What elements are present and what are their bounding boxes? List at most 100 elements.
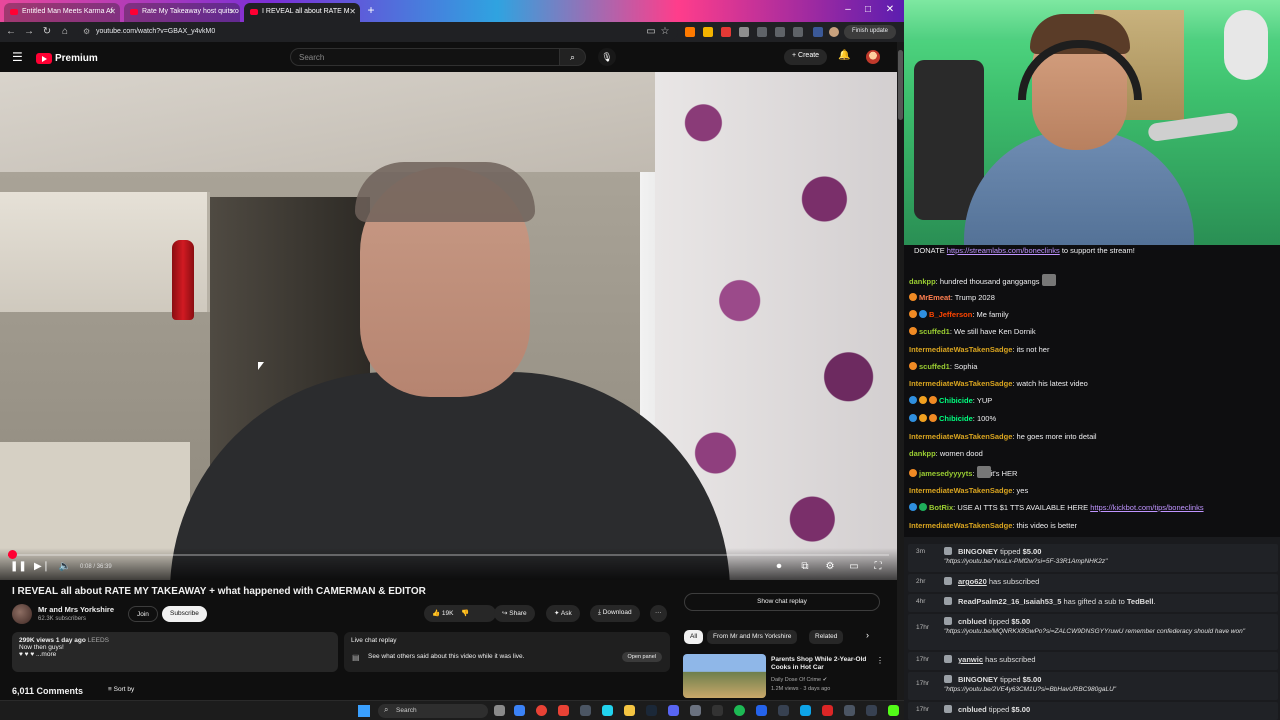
pause-icon[interactable]: ❚❚ <box>10 560 27 574</box>
chat-username[interactable]: Chibicide <box>939 396 973 405</box>
steam-icon[interactable] <box>646 705 657 716</box>
like-count[interactable]: 19K <box>442 610 454 617</box>
chrome-icon[interactable] <box>536 705 547 716</box>
profile-avatar-icon[interactable] <box>829 27 839 37</box>
subscribe-button[interactable]: Subscribe <box>162 606 207 622</box>
recommendation-thumbnail[interactable] <box>683 654 766 698</box>
chat-username[interactable]: MrEmeat <box>919 293 951 302</box>
app-icon[interactable] <box>558 705 569 716</box>
forward-arrow-icon[interactable]: → <box>22 25 36 39</box>
extension-icon[interactable] <box>685 27 695 37</box>
task-view-icon[interactable] <box>494 705 505 716</box>
ask-button[interactable]: ✦ Ask <box>546 605 580 622</box>
location-tag[interactable]: LEEDS <box>88 637 109 644</box>
back-arrow-icon[interactable]: ← <box>4 25 18 39</box>
chat-username[interactable]: dankpp <box>909 277 936 286</box>
next-video-icon[interactable]: ▶❘ <box>34 560 50 574</box>
channel-avatar[interactable] <box>12 604 32 624</box>
hamburger-menu-icon[interactable]: ☰ <box>12 50 26 64</box>
dislike-icon[interactable]: 👎 <box>461 610 469 617</box>
edge-browser-icon[interactable] <box>514 705 525 716</box>
extensions-puzzle-icon[interactable] <box>757 27 767 37</box>
app-icon[interactable] <box>602 705 613 716</box>
chip-from-channel[interactable]: From Mr and Mrs Yorkshire <box>707 630 798 644</box>
file-explorer-icon[interactable] <box>624 705 635 716</box>
volume-icon[interactable]: 🔈 <box>58 560 72 574</box>
extension-icon[interactable] <box>703 27 713 37</box>
chat-username[interactable]: IntermediateWasTakenSadge <box>909 345 1012 354</box>
chat-username[interactable]: IntermediateWasTakenSadge <box>909 432 1012 441</box>
settings-gear-icon[interactable]: ⚙ <box>823 560 837 574</box>
share-button[interactable]: ↪ Share <box>494 605 535 622</box>
donate-link[interactable]: https://streamlabs.com/boneclinks <box>947 246 1060 255</box>
reload-icon[interactable]: ↻ <box>40 25 54 39</box>
windows-start-icon[interactable] <box>358 705 370 717</box>
more-actions-button[interactable]: ··· <box>650 605 667 622</box>
create-button[interactable]: + Create <box>784 49 828 65</box>
media-controls-icon[interactable] <box>775 27 785 37</box>
tab-close-icon[interactable]: ✕ <box>349 7 356 16</box>
progress-scrubber[interactable] <box>8 550 17 559</box>
search-icon[interactable]: ⌕ <box>560 48 586 66</box>
extension-icon[interactable] <box>721 27 731 37</box>
chat-link[interactable]: https://kickbot.com/tips/boneclinks <box>1090 503 1203 512</box>
microphone-icon[interactable]: 🎙 <box>598 48 616 66</box>
youtube-logo[interactable]: Premium <box>36 51 98 65</box>
tab-close-icon[interactable]: ✕ <box>229 7 236 16</box>
page-scrollbar-thumb[interactable] <box>898 50 903 120</box>
kick-icon[interactable] <box>888 705 899 716</box>
channel-name[interactable]: Mr and Mrs Yorkshire <box>38 605 114 614</box>
app-icon[interactable] <box>690 705 701 716</box>
maximize-button[interactable]: □ <box>858 4 878 15</box>
open-panel-button[interactable]: Open panel <box>621 652 662 662</box>
browser-tab-2[interactable]: Rate My Takeaway host quits o ✕ <box>124 3 240 22</box>
finish-update-button[interactable]: Finish update <box>844 25 897 39</box>
chat-username[interactable]: scuffed1 <box>919 362 950 371</box>
chat-username[interactable]: dankpp <box>909 449 936 458</box>
autoplay-toggle[interactable]: ⏺ <box>772 560 786 574</box>
site-info-icon[interactable]: ⚙ <box>83 27 90 36</box>
app-icon[interactable] <box>756 705 767 716</box>
app-icon[interactable] <box>778 705 789 716</box>
chat-username[interactable]: IntermediateWasTakenSadge <box>909 486 1012 495</box>
like-icon[interactable]: 👍 <box>432 610 440 617</box>
chat-username[interactable]: IntermediateWasTakenSadge <box>909 379 1012 388</box>
taskbar-search[interactable]: ⌕ Search <box>378 704 488 718</box>
new-tab-button[interactable]: + <box>364 4 378 18</box>
recommendation-channel[interactable]: Daily Dose Of Crime ✔ <box>771 677 827 683</box>
chat-username[interactable]: Chibicide <box>939 414 973 423</box>
chat-username[interactable]: jamesedyyyyts <box>919 469 972 478</box>
recommendation-title[interactable]: Parents Shop While 2-Year-Old Cooks in H… <box>771 656 875 672</box>
join-button[interactable]: Join <box>128 606 158 622</box>
account-avatar[interactable] <box>866 50 880 64</box>
download-button[interactable]: ⤓ Download <box>590 605 640 622</box>
theater-mode-icon[interactable]: ▭ <box>847 560 861 574</box>
cast-icon[interactable]: ▭ <box>644 25 658 39</box>
chat-username[interactable]: BotRix <box>929 503 953 512</box>
chip-related[interactable]: Related <box>809 630 844 644</box>
app-icon[interactable] <box>580 705 591 716</box>
chip-all[interactable]: All <box>684 630 704 644</box>
spotify-icon[interactable] <box>734 705 745 716</box>
page-scrollbar[interactable] <box>897 42 904 700</box>
obs-icon[interactable] <box>712 705 723 716</box>
home-icon[interactable]: ⌂ <box>58 25 72 39</box>
chat-username[interactable]: B_Jefferson <box>929 310 972 319</box>
app-icon[interactable] <box>866 705 877 716</box>
show-chat-replay-button[interactable]: Show chat replay <box>684 593 880 611</box>
address-bar[interactable]: ⚙ youtube.com/watch?v=GBAX_y4vkM0 <box>78 25 678 40</box>
app-icon[interactable] <box>800 705 811 716</box>
kebab-menu-icon[interactable]: ⋮ <box>876 656 884 665</box>
extension-icon[interactable] <box>739 27 749 37</box>
description-more[interactable]: ♥ ♥ ♥ ...more <box>19 651 331 658</box>
browser-tab-3-active[interactable]: I REVEAL all about RATE M ✕ <box>244 3 360 22</box>
sidebar-icon[interactable] <box>793 27 803 37</box>
progress-bar[interactable] <box>8 554 889 556</box>
tab-close-icon[interactable]: ✕ <box>109 7 116 16</box>
app-icon[interactable] <box>844 705 855 716</box>
search-input[interactable]: Search <box>290 48 560 66</box>
subtitles-icon[interactable]: ⧉ <box>798 560 812 574</box>
notifications-bell-icon[interactable]: 🔔 <box>838 50 850 61</box>
description-box[interactable]: 299K views 1 day ago LEEDS Now then guys… <box>12 632 338 672</box>
close-window-button[interactable]: ✕ <box>880 4 900 15</box>
